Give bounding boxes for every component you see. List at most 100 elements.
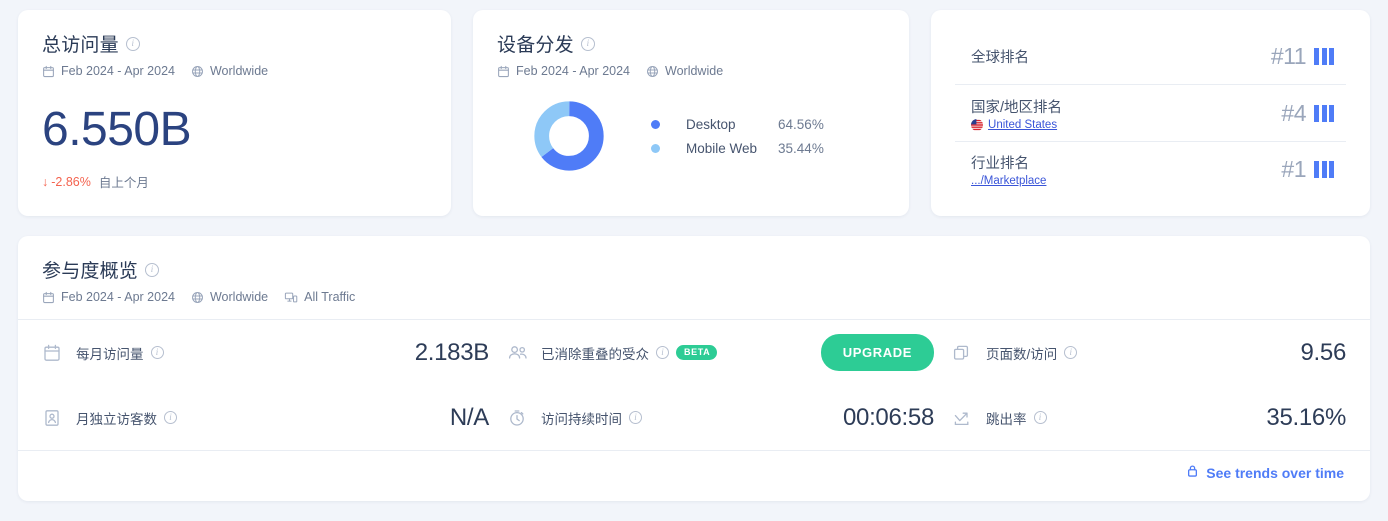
metric-text: 页面数/访问: [986, 346, 1058, 362]
metric-deduplicated-audience: 已消除重叠的受众 i BETA UPGRADE: [507, 320, 952, 385]
rank-row-country: 国家/地区排名 United States #4: [955, 84, 1346, 141]
metric-text: 已消除重叠的受众: [541, 346, 649, 362]
engagement-metrics-grid: 每月访问量 i 2.183B 已消除重叠的受众 i BETA UPGRADE 页…: [42, 320, 1346, 450]
arrow-down-icon: ↓: [42, 174, 49, 189]
rank-left-industry: 行业排名 .../Marketplace: [971, 152, 1046, 187]
info-icon[interactable]: i: [125, 36, 140, 51]
rank-value-industry: #1: [1281, 156, 1306, 182]
rank-row-industry: 行业排名 .../Marketplace #1: [955, 141, 1346, 197]
rank-label-global: 全球排名: [971, 49, 1030, 66]
metric-label-monthly-visits: 每月访问量 i: [76, 343, 164, 363]
beta-badge: BETA: [676, 345, 718, 360]
list-item: Mobile Web 35.44%: [651, 141, 824, 156]
date-range-label: Feb 2024 - Apr 2024: [61, 64, 175, 78]
device-distribution-header: 设备分发 i: [497, 30, 885, 57]
globe-icon: [191, 291, 204, 304]
clock-icon: [507, 408, 541, 428]
page-title: 总访问量: [42, 35, 119, 56]
metric-value-unique-visitors: N/A: [449, 403, 489, 431]
upgrade-button[interactable]: UPGRADE: [820, 334, 934, 371]
date-range-label: Feb 2024 - Apr 2024: [516, 64, 631, 78]
metric-value-bounce-rate: 35.16%: [1266, 403, 1346, 431]
metric-monthly-visits: 每月访问量 i 2.183B: [42, 320, 507, 385]
total-visits-card: 总访问量 i Feb 2024 - Apr 2024 Worldwide 6.5…: [18, 10, 452, 216]
info-icon[interactable]: i: [1033, 411, 1047, 424]
legend-label-desktop: Desktop: [686, 116, 736, 132]
top-cards-row: 总访问量 i Feb 2024 - Apr 2024 Worldwide 6.5…: [18, 10, 1370, 216]
lock-icon: [1186, 464, 1199, 481]
donut-svg: [534, 101, 604, 171]
date-range-label: Feb 2024 - Apr 2024: [61, 290, 175, 304]
calendar-icon: [42, 343, 76, 363]
metric-text: 访问持续时间: [541, 411, 622, 427]
legend-dot-mobile-icon: [651, 143, 661, 153]
device-distribution-meta: Feb 2024 - Apr 2024 Worldwide: [497, 64, 885, 78]
info-icon[interactable]: i: [656, 346, 669, 359]
total-visits-meta: Feb 2024 - Apr 2024 Worldwide: [42, 64, 427, 78]
metric-visit-duration: 访问持续时间 i 00:06:58: [507, 385, 952, 450]
metric-text: 每月访问量: [76, 346, 144, 362]
metric-value-pages-per-visit: 9.56: [1300, 338, 1346, 366]
rank-row-global: 全球排名 #11: [955, 28, 1346, 84]
info-icon[interactable]: i: [1064, 346, 1078, 359]
metric-text: 月独立访客数: [76, 411, 157, 427]
metric-label-unique-visitors: 月独立访客数 i: [76, 408, 177, 428]
status-badge: ↓ -2.86%: [42, 175, 91, 189]
total-visits-header: 总访问量 i: [42, 30, 427, 57]
metric-value-visit-duration: 00:06:58: [842, 403, 934, 431]
engagement-overview-card: 参与度概览 i Feb 2024 - Apr 2024 Worldwide Al…: [18, 236, 1370, 501]
rank-bars-icon: [1314, 47, 1334, 65]
device-donut-chart: [533, 100, 605, 172]
rank-value-global: #11: [1270, 42, 1307, 69]
bounce-icon: [952, 408, 986, 428]
calendar-icon: [42, 65, 55, 78]
calendar-icon: [42, 291, 55, 304]
see-trends-link[interactable]: See trends over time: [1186, 464, 1344, 481]
total-visits-value: 6.550B: [42, 103, 192, 156]
region-label: Worldwide: [209, 64, 269, 78]
engagement-footer: See trends over time: [18, 450, 1370, 494]
device-legend: Desktop 64.56% Mobile Web 35.44%: [651, 117, 824, 156]
metric-bounce-rate: 跳出率 i 35.16%: [952, 385, 1346, 450]
info-icon[interactable]: i: [629, 411, 642, 424]
rank-label-country: 国家/地区排名: [971, 99, 1063, 116]
engagement-meta: Feb 2024 - Apr 2024 Worldwide All Traffi…: [42, 290, 1346, 304]
info-icon[interactable]: i: [164, 411, 177, 424]
traffic-label: All Traffic: [304, 290, 356, 304]
metric-label-deduplicated-audience: 已消除重叠的受众 i BETA: [541, 343, 718, 363]
legend-value-desktop: 64.56%: [778, 116, 824, 132]
rank-sub-country: United States: [971, 118, 1062, 131]
region-label: Worldwide: [209, 290, 269, 304]
info-icon[interactable]: i: [145, 262, 160, 277]
list-item: Desktop 64.56%: [651, 117, 824, 132]
metric-label-bounce-rate: 跳出率 i: [986, 408, 1047, 428]
rank-label-industry: 行业排名: [971, 156, 1030, 172]
audience-card-icon: [507, 343, 541, 363]
rank-sub-industry: .../Marketplace: [971, 175, 1046, 187]
rank-right-global: #11: [1271, 43, 1334, 70]
industry-link[interactable]: .../Marketplace: [971, 175, 1046, 187]
legend-value-mobile: 35.44%: [778, 140, 824, 156]
engagement-header: 参与度概览 i: [42, 256, 1346, 283]
metric-unique-visitors: 月独立访客数 i N/A: [42, 385, 507, 450]
device-distribution-card: 设备分发 i Feb 2024 - Apr 2024 Worldwide Des…: [473, 10, 910, 216]
globe-icon: [191, 65, 204, 78]
total-visits-delta-row: ↓ -2.86% 自上个月: [42, 172, 427, 191]
visitor-icon: [42, 408, 76, 428]
delta-label: 自上个月: [98, 176, 149, 190]
engagement-title: 参与度概览: [42, 261, 139, 282]
pages-icon: [952, 343, 986, 363]
metric-pages-per-visit: 页面数/访问 i 9.56: [952, 320, 1346, 385]
metric-value-monthly-visits: 2.183B: [414, 338, 490, 366]
rank-right-country: #4: [1281, 100, 1334, 127]
devices-icon: [284, 291, 298, 304]
see-trends-label: See trends over time: [1206, 464, 1344, 481]
rank-right-industry: #1: [1281, 156, 1334, 183]
metric-text: 跳出率: [986, 411, 1027, 427]
country-link[interactable]: United States: [988, 119, 1057, 131]
info-icon[interactable]: i: [580, 36, 595, 51]
info-icon[interactable]: i: [150, 346, 164, 359]
metric-label-pages-per-visit: 页面数/访问 i: [986, 343, 1078, 363]
rank-bars-icon: [1314, 104, 1334, 122]
rank-bars-icon: [1314, 161, 1334, 178]
